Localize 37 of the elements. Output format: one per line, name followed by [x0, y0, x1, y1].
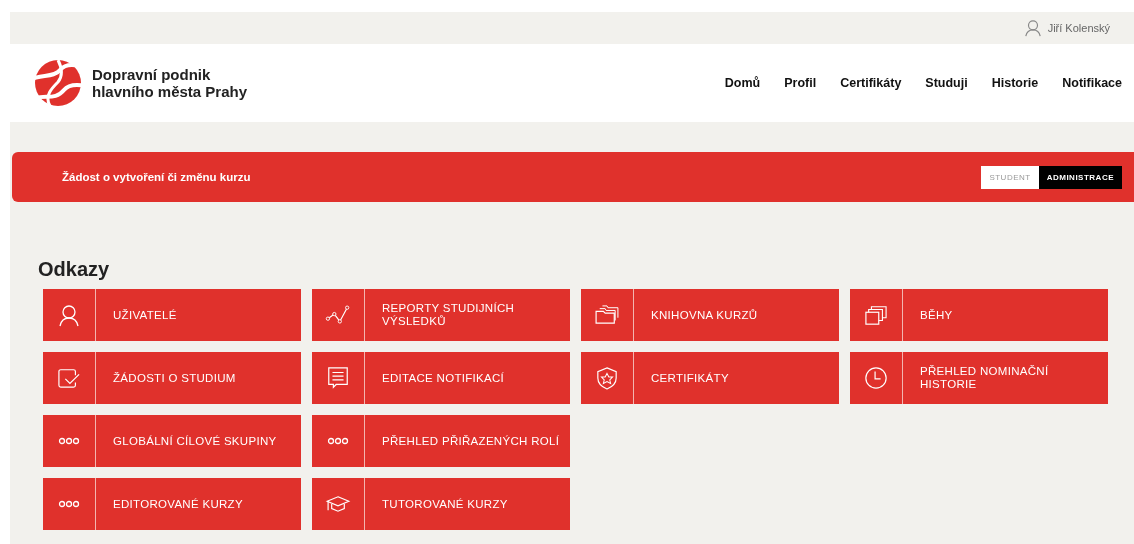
nav-link[interactable]: Notifikace: [1062, 76, 1122, 90]
checkbox-icon: [57, 367, 81, 389]
logo-text: Dopravní podnik hlavního města Prahy: [92, 66, 248, 100]
link-tile[interactable]: PŘEHLED NOMINAČNÍ HISTORIE: [850, 352, 1108, 404]
link-tile[interactable]: EDITACE NOTIFIKACÍ: [312, 352, 570, 404]
link-tile[interactable]: REPORTY STUDIJNÍCH VÝSLEDKŮ: [312, 289, 570, 341]
folder-icon: [594, 305, 620, 325]
link-tile[interactable]: TUTOROVANÉ KURZY: [312, 478, 570, 530]
user-icon: [1023, 19, 1042, 37]
link-tile[interactable]: BĚHY: [850, 289, 1108, 341]
more-icon: [327, 437, 349, 445]
mode-toggle[interactable]: ADMINISTRACE: [1038, 165, 1122, 189]
line-chart-icon: [325, 304, 351, 326]
nav-link[interactable]: Certifikáty: [840, 76, 902, 90]
link-tile[interactable]: EDITOROVANÉ KURZY: [43, 478, 301, 530]
link-tile[interactable]: ŽÁDOSTI O STUDIUM: [43, 352, 301, 404]
graduation-cap-icon: [325, 495, 351, 513]
banner-title: Žádost o vytvoření či změnu kurzu: [62, 171, 251, 183]
link-tile[interactable]: GLOBÁLNÍ CÍLOVÉ SKUPINY: [43, 415, 301, 467]
user-icon: [57, 303, 81, 327]
link-tile[interactable]: UŽIVATELÉ: [43, 289, 301, 341]
link-tile[interactable]: KNIHOVNA KURZŮ: [581, 289, 839, 341]
clock-icon: [864, 366, 888, 390]
nav-link[interactable]: Studuji: [925, 76, 968, 90]
more-icon: [58, 500, 80, 508]
nav-link[interactable]: Profil: [784, 76, 817, 90]
link-tile[interactable]: PŘEHLED PŘIŘAZENÝCH ROLÍ: [312, 415, 570, 467]
message-icon: [326, 366, 350, 390]
nav-link[interactable]: Domů: [724, 76, 761, 90]
link-tile[interactable]: CERTIFIKÁTY: [581, 352, 839, 404]
more-icon: [58, 437, 80, 445]
stacked-windows-icon: [864, 304, 888, 326]
nav-link[interactable]: Historie: [991, 76, 1039, 90]
user-name[interactable]: Jiří Kolenský: [1047, 22, 1110, 34]
section-title: Odkazy: [38, 258, 111, 281]
shield-star-icon: [596, 366, 618, 390]
mode-toggle[interactable]: STUDENT: [981, 165, 1039, 189]
